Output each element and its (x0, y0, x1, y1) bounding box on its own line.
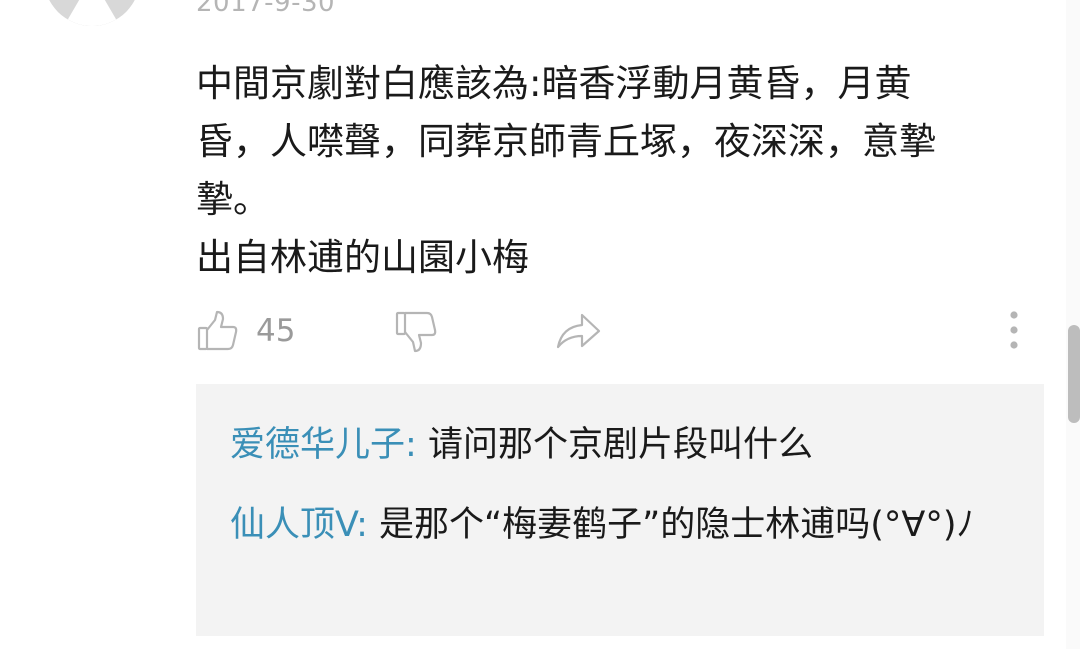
like-count: 45 (256, 313, 296, 349)
dislike-button[interactable] (394, 309, 440, 355)
comment-timestamp: 2017-9-30 (196, 0, 336, 18)
comment-text-line: 中間京劇對白應該為:暗香浮動月黄昏，月黄 (196, 62, 912, 105)
comment-text-line: 昏，人噤聲，同葬京師青丘塚，夜深深，意摯 (196, 120, 936, 163)
comment-text-line: 出自林逋的山園小梅 (196, 236, 529, 279)
reply-item[interactable]: 仙人顶V: 是那个“梅妻鹤子”的隐士林逋吗(°∀°)ﾉ (230, 496, 1020, 554)
reply-separator: : (356, 505, 368, 545)
comment-text: 中間京劇對白應該為:暗香浮動月黄昏，月黄 昏，人噤聲，同葬京師青丘塚，夜深深，意… (196, 55, 1046, 287)
share-button[interactable] (554, 309, 602, 353)
reply-item[interactable]: 爱德华儿子: 请问那个京剧片段叫什么 (230, 416, 1020, 474)
reply-author-link[interactable]: 仙人顶V (230, 505, 356, 545)
avatar[interactable] (44, 0, 140, 26)
comment-action-bar: 45 (196, 305, 1036, 357)
scrollbar-thumb[interactable] (1068, 325, 1080, 423)
comment-card: 2017-9-30 中間京劇對白應該為:暗香浮動月黄昏，月黄 昏，人噤聲，同葬京… (0, 0, 1066, 649)
thumbs-up-icon (197, 310, 238, 351)
replies-panel: 爱德华儿子: 请问那个京剧片段叫什么 仙人顶V: 是那个“梅妻鹤子”的隐士林逋吗… (196, 384, 1044, 636)
thumbs-down-icon (395, 311, 437, 353)
like-button[interactable]: 45 (196, 309, 295, 353)
share-arrow-icon (556, 313, 601, 349)
more-vertical-icon (1010, 311, 1018, 349)
reply-separator: : (405, 425, 417, 465)
reply-text: 请问那个京剧片段叫什么 (416, 425, 813, 465)
reply-text: 是那个“梅妻鹤子”的隐士林逋吗(°∀°)ﾉ (367, 505, 975, 545)
avatar-icon (44, 0, 140, 26)
comment-text-line: 摯。 (196, 178, 270, 221)
more-options-button[interactable] (1004, 307, 1024, 353)
reply-author-link[interactable]: 爱德华儿子 (230, 425, 405, 465)
